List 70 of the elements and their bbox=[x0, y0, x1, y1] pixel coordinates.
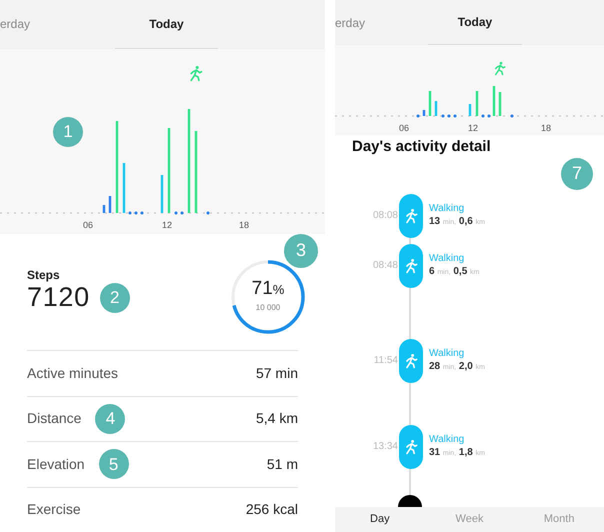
activity-bar bbox=[492, 86, 496, 116]
walking-icon bbox=[403, 208, 419, 224]
axis-label: 06 bbox=[83, 218, 93, 232]
activity-dot bbox=[482, 114, 484, 118]
day-tab[interactable]: erday bbox=[335, 0, 366, 45]
activity-dot bbox=[174, 211, 178, 214]
activity-time: 13:34 bbox=[372, 440, 398, 454]
stat-value: 57 min bbox=[256, 364, 298, 383]
activity-bar bbox=[434, 101, 438, 116]
axis-label: 18 bbox=[239, 218, 249, 232]
stat-value: 256 kcal bbox=[246, 500, 298, 520]
activity-dot bbox=[134, 211, 138, 214]
stat-label: Exercise bbox=[27, 500, 81, 520]
activity-dot bbox=[128, 211, 132, 214]
activity-dot bbox=[416, 114, 420, 118]
stat-label: Active minutes bbox=[27, 364, 118, 383]
walking-icon bbox=[492, 61, 507, 76]
number-badge: 7 bbox=[561, 158, 593, 190]
activity-bar bbox=[498, 92, 502, 116]
number-badge: 5 bbox=[98, 449, 129, 480]
goal-target: 10 000 bbox=[256, 302, 280, 314]
activity-bar bbox=[468, 104, 472, 116]
activity-dot bbox=[442, 114, 444, 118]
activity-dot bbox=[448, 114, 450, 118]
period-tab[interactable]: Day bbox=[335, 507, 425, 532]
activity-time: 11:54 bbox=[372, 354, 398, 368]
steps-count: 7120 bbox=[27, 282, 90, 314]
activity-bar bbox=[422, 110, 426, 116]
number-badge: 4 bbox=[95, 404, 126, 434]
activity-pill[interactable] bbox=[399, 424, 423, 468]
axis-label: 18 bbox=[541, 122, 551, 135]
activity-pill[interactable] bbox=[399, 194, 423, 238]
walking-icon bbox=[403, 258, 419, 274]
activity-pill[interactable] bbox=[399, 244, 423, 288]
activity-bar bbox=[108, 196, 112, 213]
activity-time: 08:48 bbox=[372, 259, 398, 273]
period-tab[interactable]: Week bbox=[424, 507, 514, 532]
stat-label: Distance bbox=[27, 409, 82, 428]
activity-dot bbox=[488, 114, 490, 118]
activity-dot bbox=[510, 114, 514, 118]
activity-pill[interactable] bbox=[399, 338, 423, 382]
period-tab[interactable]: Month bbox=[514, 507, 604, 532]
day-tab[interactable]: erday bbox=[0, 0, 30, 49]
activity-bar bbox=[102, 204, 106, 213]
goal-percent: 71% bbox=[252, 279, 284, 298]
activity-bar bbox=[476, 91, 478, 116]
activity-type: Walking bbox=[429, 434, 466, 446]
number-badge: 3 bbox=[284, 234, 318, 268]
activity-dot bbox=[140, 211, 144, 214]
activity-dot bbox=[454, 114, 456, 118]
steps-label: Steps bbox=[27, 269, 61, 281]
activity-type: Walking bbox=[429, 348, 466, 360]
activity-dot bbox=[180, 211, 184, 214]
axis-label: 06 bbox=[399, 122, 409, 135]
axis-label: 12 bbox=[162, 218, 172, 232]
walking-icon bbox=[403, 438, 419, 454]
stat-value: 5,4 km bbox=[256, 409, 298, 428]
activity-bar bbox=[160, 174, 164, 213]
section-title: Day's activity detail bbox=[352, 137, 491, 157]
walking-icon bbox=[403, 352, 419, 368]
activity-time: 08:08 bbox=[372, 209, 398, 223]
activity-bar bbox=[122, 162, 126, 213]
axis-label: 12 bbox=[468, 122, 478, 135]
stat-value: 51 m bbox=[266, 454, 298, 474]
activity-type: Walking bbox=[429, 253, 466, 266]
activity-bar bbox=[428, 91, 432, 116]
number-badge: 2 bbox=[100, 282, 130, 313]
stat-label: Elevation bbox=[27, 454, 85, 474]
activity-type: Walking bbox=[429, 203, 466, 216]
activity-dot bbox=[206, 211, 210, 214]
